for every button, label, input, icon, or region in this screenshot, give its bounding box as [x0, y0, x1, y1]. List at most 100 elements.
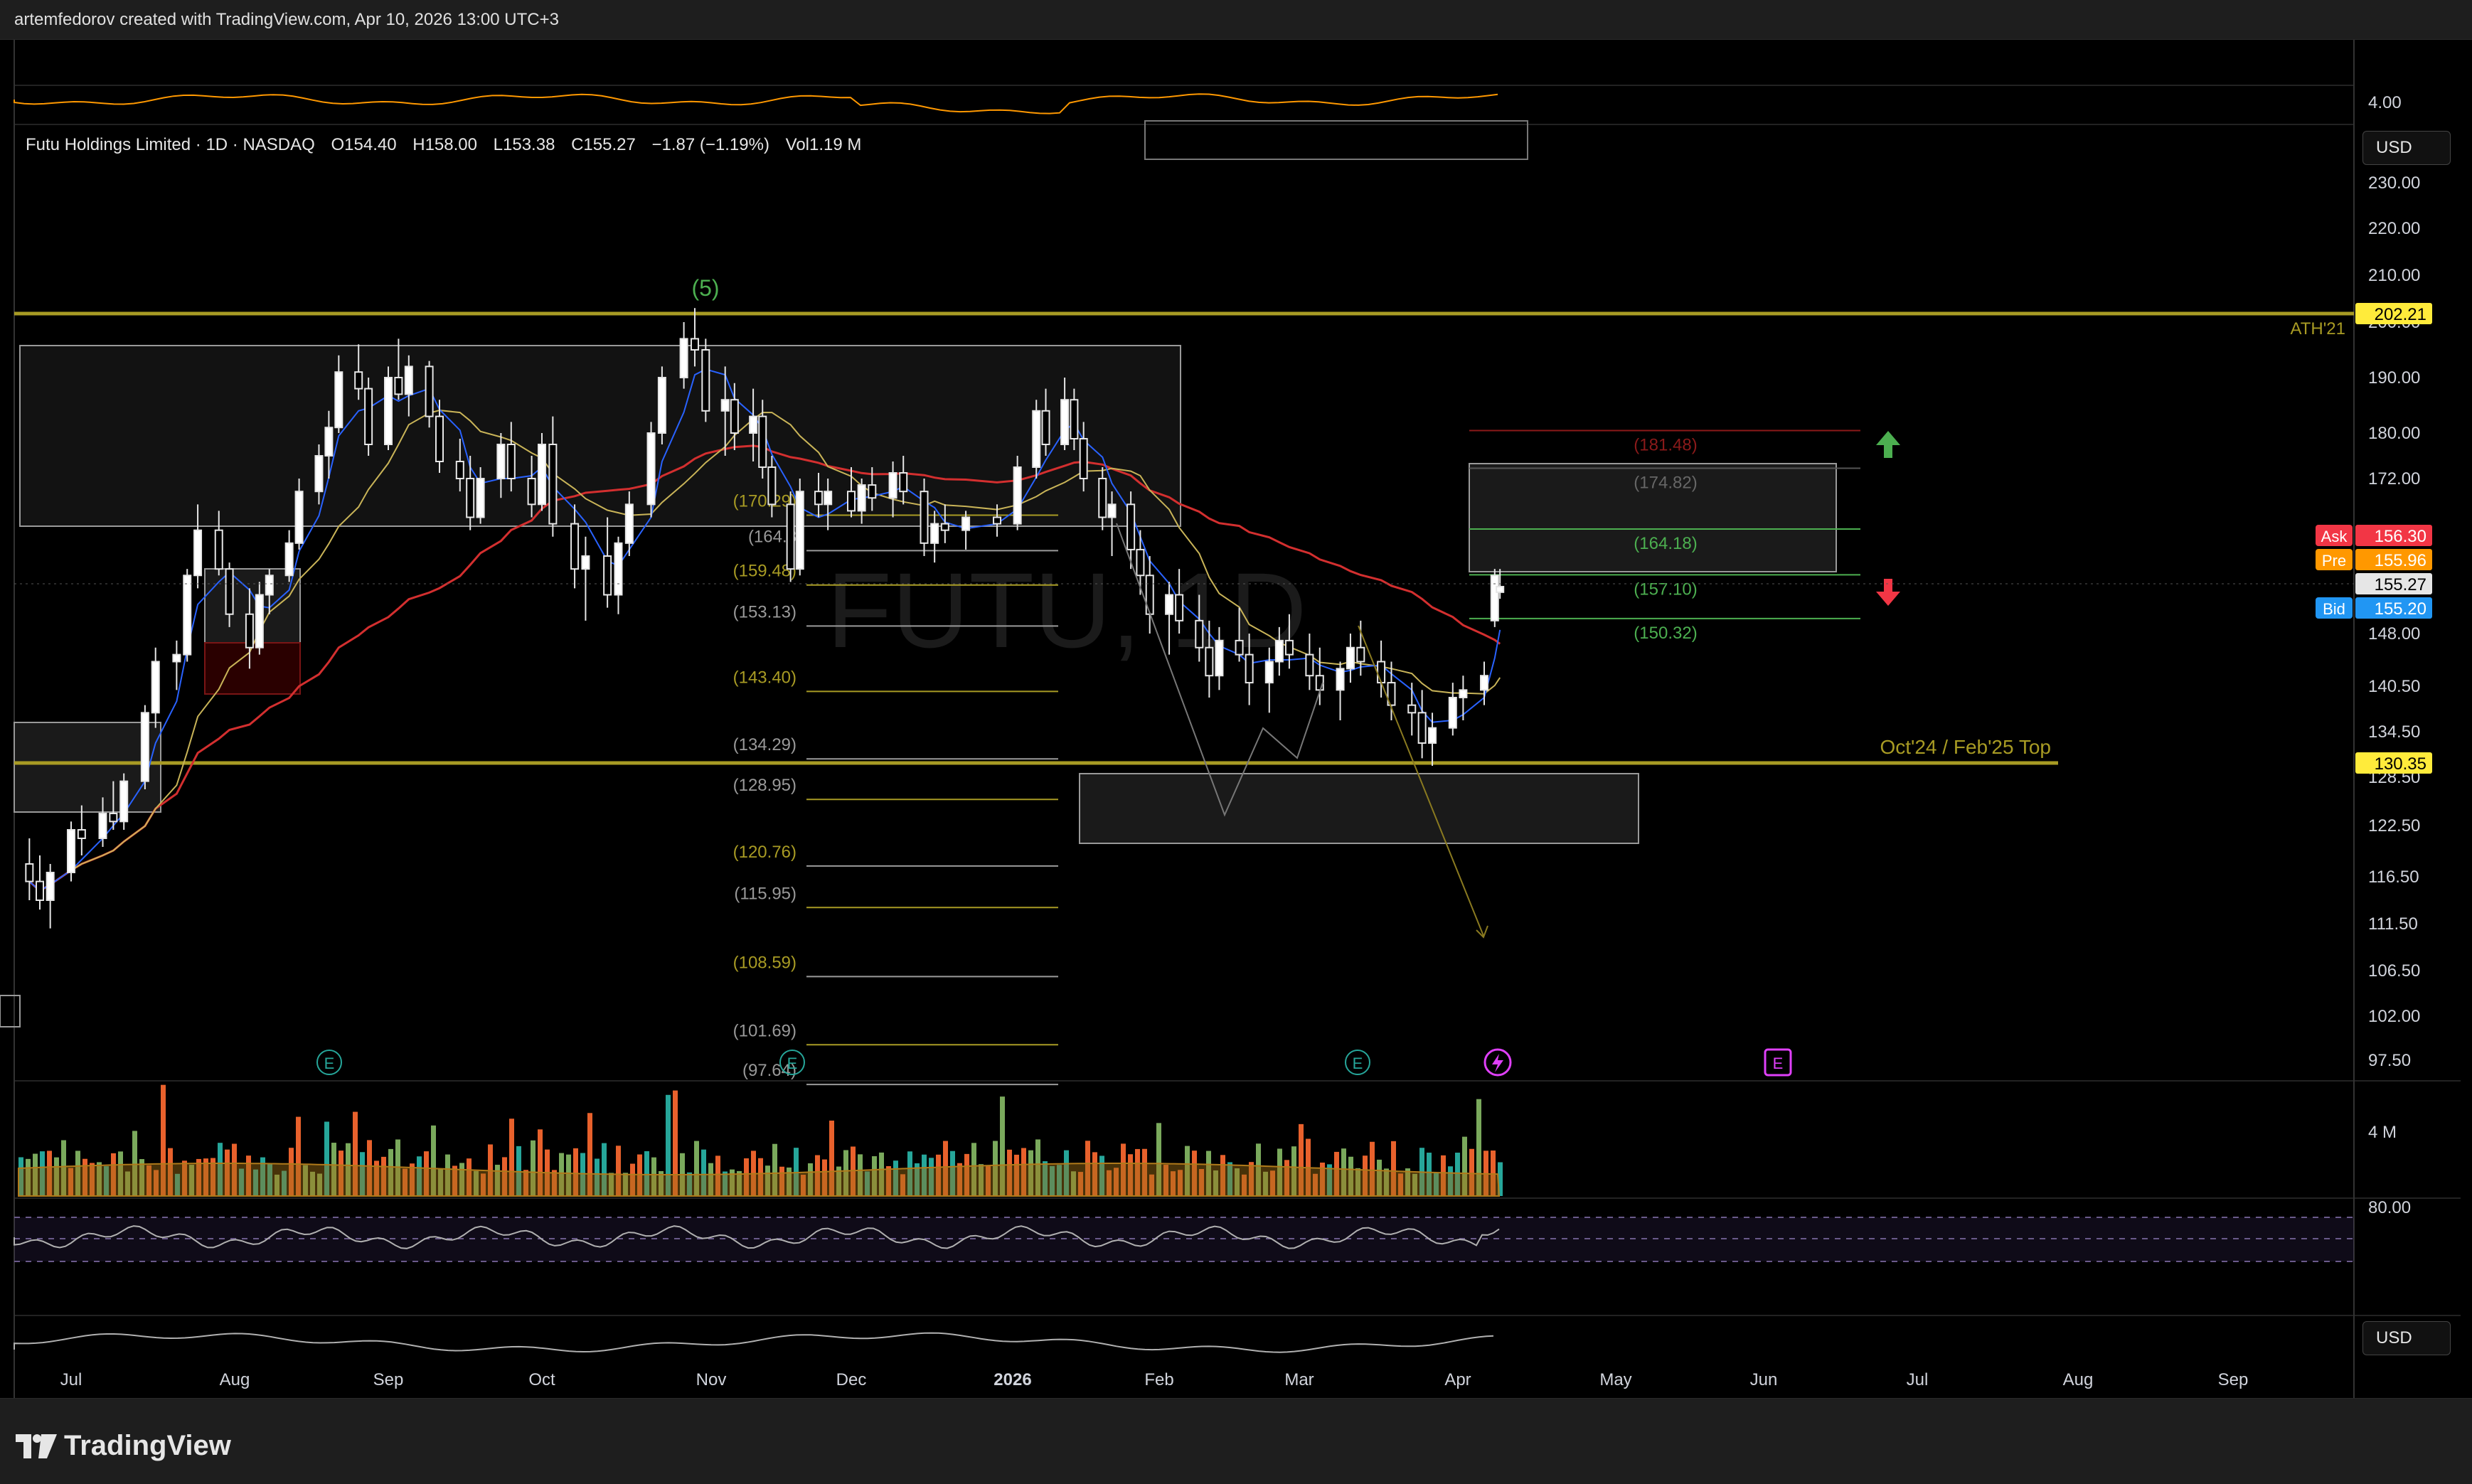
candle	[140, 705, 149, 789]
volume-value: Vol1.19 M	[785, 135, 862, 154]
price-axis-tick: 180.00	[2368, 424, 2420, 443]
candle-body	[1264, 661, 1274, 684]
change-value: −1.87 (−1.19%)	[651, 135, 769, 154]
earnings-icon-glyph: E	[787, 1055, 798, 1072]
fib-level-label: (143.40)	[733, 668, 797, 687]
fib-level-label: (128.95)	[733, 776, 797, 795]
wave-label: (5)	[691, 275, 719, 301]
candle-body	[1448, 697, 1457, 729]
candle	[1336, 661, 1345, 720]
candle-body	[1356, 646, 1365, 663]
price-badge-value: 130.35	[2375, 754, 2426, 774]
price-axis-tick: 122.50	[2368, 816, 2420, 836]
candle-body	[1145, 575, 1154, 615]
time-axis-label: Mar	[1284, 1370, 1314, 1389]
candle-body	[36, 880, 44, 901]
candle-body	[730, 399, 739, 434]
price-axis-tick: 220.00	[2368, 219, 2420, 238]
candle-body	[857, 484, 866, 512]
candle-body	[720, 399, 730, 412]
price-axis: 4.00230.00220.00210.00200.00190.00180.00…	[2368, 93, 2420, 1217]
price-axis-tick: 106.50	[2368, 961, 2420, 981]
time-axis-label: 2026	[993, 1370, 1031, 1389]
candle-body	[334, 371, 343, 429]
candle-body	[1305, 653, 1314, 677]
candle-body	[435, 415, 444, 462]
event-icon-glyph: E	[1773, 1055, 1784, 1072]
candle-body	[506, 444, 516, 479]
time-axis-label: Feb	[1144, 1370, 1173, 1389]
fib-level-label: (108.59)	[733, 953, 797, 972]
candle-body	[690, 338, 699, 351]
price-axis-tick: 97.50	[2368, 1051, 2411, 1070]
time-axis-label: Nov	[696, 1370, 727, 1389]
time-axis-label: Aug	[220, 1370, 250, 1389]
top-oscillator-line	[14, 93, 1498, 114]
candle	[1013, 456, 1022, 530]
breakout-zone	[14, 722, 161, 813]
candle-body	[1459, 689, 1468, 698]
candle-body	[1346, 646, 1355, 670]
currency-button-bottom[interactable]: USD	[2362, 1321, 2451, 1355]
candle	[581, 536, 590, 621]
candle	[284, 530, 294, 582]
candle-body	[404, 365, 413, 395]
candle-body	[701, 349, 710, 412]
candle-body	[548, 444, 558, 525]
open-value: O154.40	[331, 135, 397, 154]
candle-body	[46, 872, 55, 901]
time-axis-label: Sep	[2218, 1370, 2249, 1389]
time-axis: Jul Aug Sep Oct Nov Dec 2026 Feb Mar Apr May Jun Jul…	[60, 1370, 2249, 1389]
fib-level-label: (120.76)	[733, 843, 797, 862]
symbol-name[interactable]: Futu Holdings Limited · 1D · NASDAQ	[26, 135, 315, 154]
event-markers: EEEE	[316, 1048, 1792, 1077]
candle	[1346, 634, 1355, 683]
price-axis-tick: 172.00	[2368, 469, 2420, 489]
tradingview-logo-icon	[16, 1434, 57, 1458]
fib-level-label: (134.29)	[733, 735, 797, 754]
price-axis-tick: 140.50	[2368, 677, 2420, 696]
price-badge-bid: Bid 155.20	[2316, 597, 2432, 619]
candle-body	[1336, 668, 1345, 691]
candle	[1459, 676, 1468, 720]
candle	[364, 378, 373, 456]
fib-level-label: (115.95)	[734, 884, 797, 903]
candle-body	[1175, 594, 1184, 621]
candle	[1305, 634, 1314, 690]
candle	[25, 838, 34, 900]
candle-body	[899, 472, 908, 493]
candle-body	[1215, 639, 1224, 677]
currency-button[interactable]: USD	[2362, 131, 2451, 165]
price-chart[interactable]: FUTU, 1D ATH'21Oct'24 / Feb'25 Top (170.…	[0, 0, 2472, 1483]
brand-name: TradingView	[64, 1430, 231, 1461]
candle-body	[1195, 619, 1204, 648]
candle-body	[214, 529, 223, 570]
candle-body	[795, 491, 804, 570]
candle-body	[1428, 727, 1437, 744]
candle	[67, 821, 75, 882]
candle-body	[1098, 478, 1107, 518]
candle-body	[476, 478, 485, 518]
candle-body	[624, 503, 634, 544]
arrow-up-icon	[1876, 431, 1900, 458]
time-axis-label: May	[1599, 1370, 1631, 1389]
candle-body	[455, 461, 464, 479]
candle-body	[384, 377, 393, 445]
candle-body	[77, 829, 86, 839]
time-axis-label: Dec	[836, 1370, 867, 1389]
tradingview-logo: TradingView	[16, 1430, 231, 1462]
candle-body	[1060, 399, 1070, 446]
arrow-down-icon	[1876, 579, 1900, 606]
candle	[1315, 647, 1324, 705]
candle-body	[1013, 466, 1022, 525]
candle-body	[1274, 639, 1284, 663]
candle-body	[425, 365, 434, 417]
candle-body	[98, 813, 107, 839]
candle	[1490, 569, 1499, 627]
candle-body	[314, 455, 324, 493]
earnings-icon-glyph: E	[1353, 1055, 1363, 1072]
candle	[786, 491, 795, 582]
candle-body	[1041, 410, 1050, 445]
high-value: H158.00	[412, 135, 477, 154]
candle-body	[255, 594, 264, 648]
